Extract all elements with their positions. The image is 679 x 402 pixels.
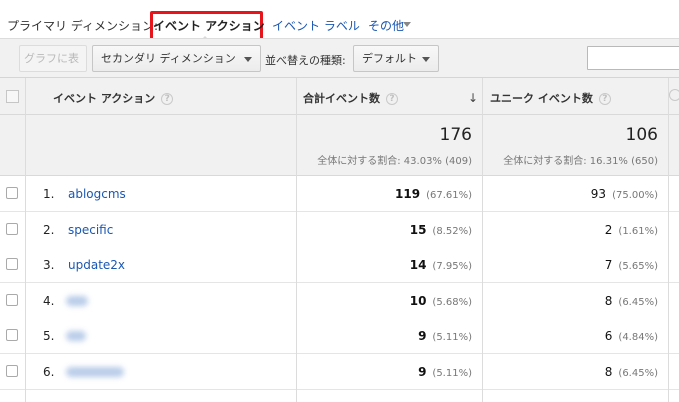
unique-events-cell: 93 (75.00%) (591, 187, 658, 201)
primary-dimension-label: プライマリ ディメンション: (7, 19, 159, 33)
unique-events-percent: (6.45%) (618, 296, 658, 308)
header-event-action-label: イベント アクション (53, 92, 156, 105)
row-number: 1. (43, 187, 55, 201)
total-events-cell: 15 (8.52%) (410, 223, 472, 237)
help-icon[interactable]: ? (161, 93, 174, 105)
row-checkbox[interactable] (6, 329, 18, 341)
unique-events-sum: 106 (625, 125, 658, 145)
plot-rows-button[interactable]: グラフに表示 (19, 45, 87, 90)
row-checkbox[interactable] (6, 222, 18, 235)
redacted-event-action[interactable] (66, 295, 88, 306)
unique-events-value: 6 (604, 329, 613, 343)
event-action-link[interactable]: ablogcms (68, 187, 126, 201)
header-total-events-label: 合計イベント数 (303, 92, 380, 105)
unique-events-cell: 2 (1.61%) (605, 223, 658, 237)
row-number: 6. (43, 364, 55, 379)
unique-events-value: 8 (604, 293, 613, 308)
sort-type-value: デフォルト (362, 52, 417, 65)
header-unique-events-label: ユニーク イベント数 (490, 92, 593, 105)
table-row: 3. update2x 14 (7.95%) 7 (5.65%) (0, 247, 679, 283)
unique-events-value: 7 (604, 258, 613, 272)
chevron-down-icon (244, 57, 252, 62)
help-icon[interactable] (669, 89, 679, 101)
unique-events-percent: (4.84%) (618, 332, 658, 343)
unique-events-value: 2 (604, 222, 613, 237)
table-row: 6. 9 (5.11%) 8 (6.45%) (0, 353, 679, 390)
table-toolbar: グラフに表示 セカンダリ ディメンション 並べ替えの種類: デフォルト (0, 38, 679, 90)
table-search-input[interactable] (587, 46, 679, 70)
total-events-share: 全体に対する割合: 43.03% (409) (317, 156, 472, 167)
secondary-dimension-dropdown[interactable]: セカンダリ ディメンション (92, 45, 261, 72)
column-divider (296, 78, 297, 402)
total-events-value: 14 (409, 258, 427, 272)
unique-events-percent: (5.65%) (618, 261, 658, 272)
total-events-percent: (7.95%) (432, 261, 472, 272)
dimension-tab-event-label[interactable]: イベント ラベル (272, 17, 360, 34)
unique-events-cell: 8 (6.45%) (605, 365, 658, 379)
table-row: 5. 9 (5.11%) 6 (4.84%) (0, 318, 679, 354)
header-total-events[interactable]: 合計イベント数? (303, 90, 398, 106)
total-events-value: 15 (409, 222, 427, 237)
unique-events-percent: (75.00%) (612, 190, 658, 201)
help-icon[interactable]: ? (598, 93, 611, 105)
unique-events-value: 8 (604, 364, 613, 379)
secondary-dimension-label: セカンダリ ディメンション (101, 52, 236, 65)
unique-events-cell: 6 (4.84%) (605, 329, 658, 343)
unique-events-cell: 8 (6.45%) (605, 294, 658, 308)
header-unique-events[interactable]: ユニーク イベント数? (490, 90, 611, 106)
header-event-action[interactable]: イベント アクション? (53, 90, 174, 106)
column-divider (25, 78, 26, 402)
column-divider (668, 78, 669, 402)
table-header: イベント アクション? 合計イベント数? ↓ ユニーク イベント数? (0, 78, 679, 115)
select-all-checkbox[interactable] (6, 90, 19, 103)
event-action-link[interactable]: update2x (68, 258, 125, 272)
total-events-value: 10 (409, 293, 427, 308)
unique-events-percent: (6.45%) (618, 367, 658, 379)
unique-events-cell: 7 (5.65%) (605, 258, 658, 272)
total-events-value: 9 (418, 329, 427, 343)
total-events-cell: 119 (67.61%) (395, 187, 472, 201)
total-events-percent: (8.52%) (432, 225, 472, 237)
event-action-link[interactable]: specific (68, 223, 113, 237)
total-events-cell: 10 (5.68%) (410, 294, 472, 308)
total-events-percent: (5.68%) (432, 296, 472, 308)
row-checkbox[interactable] (6, 293, 18, 306)
total-events-cell: 14 (7.95%) (410, 258, 472, 272)
row-number: 5. (43, 329, 55, 343)
row-number: 4. (43, 293, 55, 308)
total-events-cell: 9 (5.11%) (418, 329, 472, 343)
sort-type-dropdown[interactable]: デフォルト (353, 45, 439, 72)
column-divider (482, 78, 483, 402)
row-number: 2. (43, 222, 55, 237)
row-number: 3. (43, 258, 55, 272)
redacted-event-action[interactable] (66, 331, 86, 341)
row-checkbox[interactable] (6, 258, 18, 270)
help-icon[interactable]: ? (386, 93, 398, 105)
unique-events-value: 93 (590, 187, 607, 201)
unique-events-share: 全体に対する割合: 16.31% (650) (503, 156, 658, 167)
total-events-cell: 9 (5.11%) (418, 365, 472, 379)
table-row: 2. specific 15 (8.52%) 2 (1.61%) (0, 211, 679, 248)
dimension-more-link[interactable]: その他 (368, 17, 404, 34)
sort-descending-icon[interactable]: ↓ (468, 91, 478, 105)
row-checkbox[interactable] (6, 187, 18, 199)
dimension-tab-event-action[interactable]: イベント アクション (153, 17, 265, 34)
table-row: 4. 10 (5.68%) 8 (6.45%) (0, 282, 679, 319)
total-events-value: 9 (418, 364, 427, 379)
row-checkbox[interactable] (6, 364, 18, 377)
chevron-down-icon (422, 57, 430, 62)
total-events-sum: 176 (439, 125, 472, 145)
redacted-event-action[interactable] (66, 366, 124, 377)
totals-row: 176 全体に対する割合: 43.03% (409) 106 全体に対する割合:… (0, 115, 679, 176)
total-events-percent: (5.11%) (432, 367, 472, 379)
sort-type-label: 並べ替えの種類: (265, 54, 346, 67)
unique-events-percent: (1.61%) (618, 225, 658, 237)
total-events-percent: (5.11%) (432, 332, 472, 343)
total-events-percent: (67.61%) (426, 190, 472, 201)
chevron-down-icon[interactable] (403, 22, 411, 27)
table-row: 1. ablogcms 119 (67.61%) 93 (75.00%) (0, 176, 679, 212)
total-events-value: 119 (395, 187, 421, 201)
